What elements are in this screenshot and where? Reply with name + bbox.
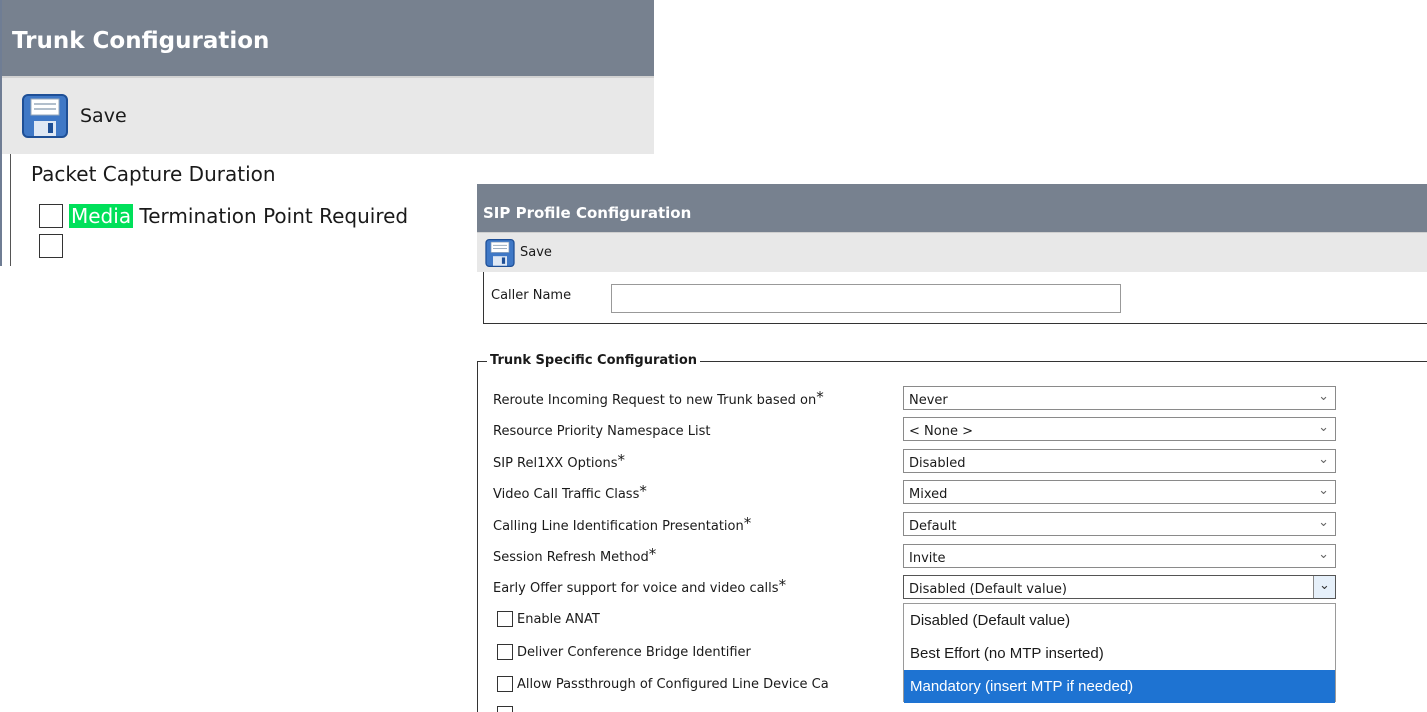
checkbox-label: Enable ANAT (517, 611, 600, 627)
select-value: Disabled (Default value) (909, 582, 1067, 597)
chevron-down-icon: ⌄ (1318, 547, 1329, 562)
required-marker: * (778, 576, 787, 594)
checkbox-label: Deliver Conference Bridge Identifier (517, 644, 751, 660)
enable-anat-checkbox[interactable] (497, 611, 513, 627)
required-marker: * (648, 545, 657, 563)
caller-name-label: Caller Name (491, 288, 572, 303)
select-value: Default (909, 519, 957, 534)
dropdown-option[interactable]: Disabled (Default value) (904, 604, 1335, 637)
partial-checkbox[interactable] (497, 706, 513, 712)
required-marker: * (816, 388, 824, 406)
field-label: Resource Priority Namespace List (493, 424, 711, 439)
select-value: Disabled (909, 456, 966, 471)
checkbox-label: Allow Passthrough of Configured Line Dev… (517, 676, 829, 692)
partial-checkbox-row (497, 706, 517, 712)
session-refresh-select[interactable]: Invite ⌄ (903, 544, 1336, 568)
resource-priority-label: Resource Priority Namespace List (493, 419, 711, 439)
required-marker: * (617, 451, 626, 469)
chevron-down-icon: ⌄ (1318, 515, 1329, 530)
dropdown-option[interactable]: Best Effort (no MTP inserted) (904, 637, 1335, 670)
sip-rel1xx-select[interactable]: Disabled ⌄ (903, 449, 1336, 473)
sip-profile-configuration-panel: SIP Profile Configuration Save Caller Na… (477, 184, 1427, 712)
video-traffic-class-label: Video Call Traffic Class* (493, 482, 647, 502)
session-refresh-label: Session Refresh Method* (493, 545, 656, 565)
chevron-down-icon: ⌄ (1318, 420, 1329, 435)
early-offer-select[interactable]: Disabled (Default value) ⌄ (903, 575, 1336, 599)
search-highlight: Media (69, 204, 134, 228)
field-label: SIP Rel1XX Options (493, 456, 618, 471)
clip-label: Calling Line Identification Presentation… (493, 514, 751, 534)
trunk-toolbar: Save (2, 76, 654, 154)
field-label: Video Call Traffic Class (493, 487, 640, 502)
enable-anat-row: Enable ANAT (497, 611, 600, 627)
required-marker: * (639, 482, 647, 500)
trunk-specific-legend: Trunk Specific Configuration (487, 353, 701, 368)
partial-checkbox[interactable] (39, 234, 63, 258)
mtp-required-checkbox[interactable] (39, 204, 63, 228)
chevron-down-icon: ⌄ (1318, 389, 1329, 404)
required-marker: * (743, 514, 752, 532)
sip-toolbar: Save (477, 232, 1427, 272)
sip-save-button[interactable]: Save (485, 238, 552, 267)
clip-select[interactable]: Default ⌄ (903, 512, 1336, 536)
field-label: Session Refresh Method (493, 550, 649, 565)
chevron-down-icon: ⌄ (1318, 483, 1329, 498)
chevron-down-icon: ⌄ (1318, 452, 1329, 467)
packet-capture-duration-label: Packet Capture Duration (31, 162, 276, 186)
select-value: < None > (909, 424, 973, 439)
sip-page-title: SIP Profile Configuration (477, 184, 1427, 232)
reroute-select[interactable]: Never ⌄ (903, 386, 1336, 410)
early-offer-label: Early Offer support for voice and video … (493, 576, 786, 596)
early-offer-dropdown: Disabled (Default value) Best Effort (no… (903, 603, 1336, 703)
video-traffic-class-select[interactable]: Mixed ⌄ (903, 480, 1336, 504)
reroute-label: Reroute Incoming Request to new Trunk ba… (493, 388, 824, 408)
field-label: Early Offer support for voice and video … (493, 581, 779, 596)
resource-priority-select[interactable]: < None > ⌄ (903, 417, 1336, 441)
allow-passthrough-checkbox[interactable] (497, 676, 513, 692)
save-icon (22, 94, 68, 138)
allow-passthrough-row: Allow Passthrough of Configured Line Dev… (497, 676, 829, 692)
field-label: Calling Line Identification Presentation (493, 519, 744, 534)
trunk-page-title: Trunk Configuration (2, 0, 654, 76)
chevron-down-icon[interactable]: ⌄ (1313, 576, 1335, 598)
save-label: Save (520, 245, 552, 260)
trunk-save-button[interactable]: Save (22, 94, 127, 138)
sip-rel1xx-label: SIP Rel1XX Options* (493, 451, 625, 471)
mtp-required-label: Termination Point Required (133, 204, 409, 228)
save-label: Save (80, 105, 127, 127)
deliver-conference-bridge-checkbox[interactable] (497, 644, 513, 660)
dropdown-option-selected[interactable]: Mandatory (insert MTP if needed) (904, 670, 1335, 703)
select-value: Never (909, 393, 948, 408)
select-value: Mixed (909, 487, 948, 502)
deliver-conference-bridge-row: Deliver Conference Bridge Identifier (497, 644, 751, 660)
select-value: Invite (909, 551, 946, 566)
save-icon (485, 238, 515, 267)
field-label: Reroute Incoming Request to new Trunk ba… (493, 393, 817, 408)
caller-name-input[interactable] (611, 284, 1121, 313)
